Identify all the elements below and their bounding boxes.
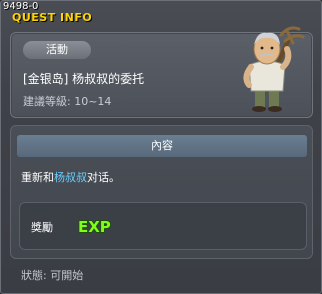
npc-name-link[interactable]: 杨叔叔 (54, 171, 87, 184)
description-text: 重新和 (21, 171, 54, 184)
quest-description: 重新和杨叔叔对话。 (21, 169, 120, 185)
reward-box: 獎勵 EXP (19, 202, 307, 250)
exp-icon: EXP (77, 217, 111, 236)
category-badge: 活動 (23, 41, 91, 59)
window-title: QUEST INFO (12, 11, 93, 24)
quest-title: [金银岛] 杨叔叔的委托 (23, 72, 145, 86)
exp-icon-text: EXP (78, 218, 111, 236)
reward-label: 獎勵 (31, 221, 53, 234)
quest-info-window: 9498-0 QUEST INFO 活動 [金银岛] 杨叔叔的委托 建議等級: … (0, 0, 322, 294)
content-header: 內容 (17, 135, 307, 157)
quest-status: 狀態: 可開始 (21, 269, 84, 282)
quest-content-panel: 內容 重新和杨叔叔对话。 獎勵 EXP (10, 125, 313, 259)
description-text-end: 对话。 (87, 171, 120, 184)
npc-portrait-icon (243, 26, 305, 112)
recommended-level: 建議等級: 10~14 (23, 95, 112, 108)
